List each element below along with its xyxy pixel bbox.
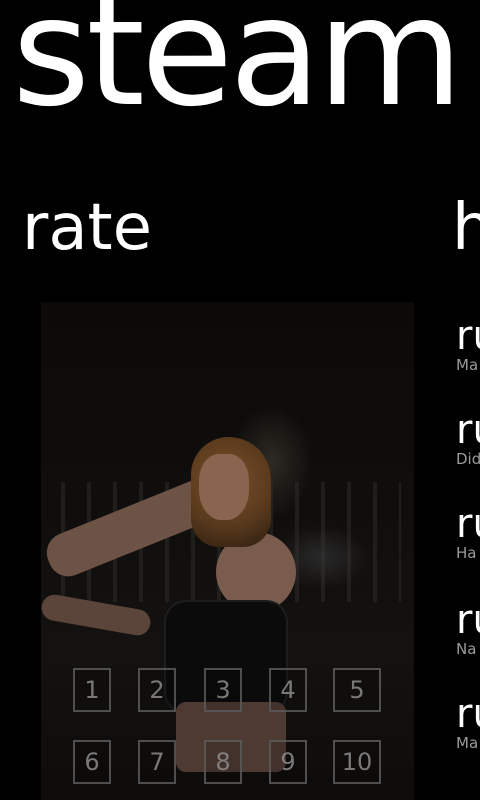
pivot-header-rate[interactable]: rate — [22, 196, 152, 260]
rate-button-10[interactable]: 10 — [333, 740, 381, 784]
rate-button-2[interactable]: 2 — [138, 668, 176, 712]
app-title: steam — [12, 0, 463, 140]
rate-button-7[interactable]: 7 — [138, 740, 176, 784]
history-item-subtitle: Did — [456, 450, 480, 468]
history-item[interactable]: ru Na — [456, 600, 480, 658]
history-item[interactable]: ru Ha — [456, 504, 480, 562]
rate-button-9[interactable]: 9 — [269, 740, 307, 784]
rate-button-1[interactable]: 1 — [73, 668, 111, 712]
history-item[interactable]: ru Ma — [456, 316, 480, 374]
rate-button-8[interactable]: 8 — [204, 740, 242, 784]
history-item[interactable]: ru Ma — [456, 694, 480, 752]
rate-button-6[interactable]: 6 — [73, 740, 111, 784]
history-item-title: ru — [456, 313, 480, 359]
rating-buttons: 1 2 3 4 5 6 7 8 9 10 — [41, 302, 414, 800]
history-item-subtitle: Na — [456, 640, 477, 658]
rated-photo: 1 2 3 4 5 6 7 8 9 10 — [41, 302, 414, 800]
history-item-title: ru — [456, 501, 480, 547]
rate-button-5[interactable]: 5 — [333, 668, 381, 712]
history-item-subtitle: Ha — [456, 544, 477, 562]
history-item-title: ru — [456, 597, 480, 643]
history-item-title: ru — [456, 407, 480, 453]
history-item-title: ru — [456, 691, 480, 737]
history-item-subtitle: Ma — [456, 356, 479, 374]
rate-button-4[interactable]: 4 — [269, 668, 307, 712]
history-item[interactable]: ru Did — [456, 410, 480, 468]
history-item-subtitle: Ma — [456, 734, 479, 752]
rate-button-3[interactable]: 3 — [204, 668, 242, 712]
pivot-header-history[interactable]: h — [452, 196, 480, 260]
